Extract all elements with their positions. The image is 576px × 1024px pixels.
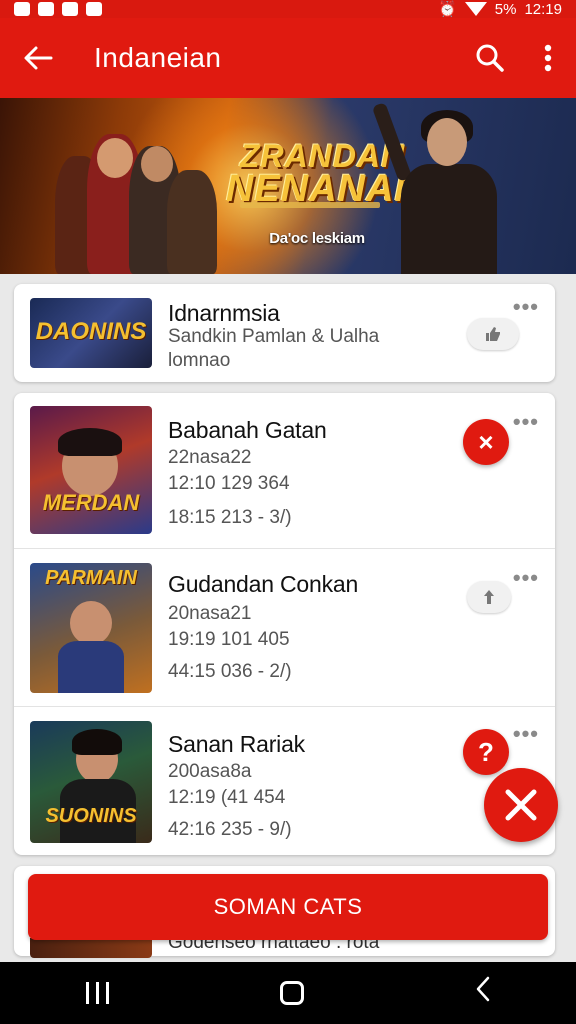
game-thumbnail: PARMAIN <box>30 563 152 693</box>
recents-icon[interactable] <box>85 982 109 1004</box>
banner-caption: Da'oc leskiam <box>269 230 365 247</box>
item-range: 44:15 036 - 2/) <box>168 661 292 682</box>
game-thumbnail: SUONINS <box>30 721 152 843</box>
list-item[interactable]: DAONINS Idnarnmsia Sandkin Pamlan & Ualh… <box>14 284 555 382</box>
overflow-menu-icon[interactable]: ••• <box>513 409 539 435</box>
wifi-icon <box>464 2 487 16</box>
upload-icon[interactable] <box>467 581 511 613</box>
notification-icons <box>14 2 102 16</box>
alarm-icon: ⏰ <box>438 1 457 18</box>
item-title: Gudandan Conkan <box>168 571 359 597</box>
item-detail: lomnao <box>168 350 231 371</box>
battery-text: 5% <box>494 0 517 18</box>
list-card: MERDAN Babanah Gatan 22nasa22 12:10 129 … <box>14 393 555 855</box>
item-date: 22nasa22 <box>168 447 252 468</box>
item-title: Babanah Gatan <box>168 417 327 443</box>
status-bar: ⏰ 5% 12:19 <box>0 0 576 18</box>
item-date: 200asa8a <box>168 761 252 782</box>
game-thumbnail: DAONINS <box>30 298 152 368</box>
thumbs-up-icon[interactable] <box>467 318 519 350</box>
help-icon[interactable]: ? <box>463 729 509 775</box>
item-stats: 19:19 101 405 <box>168 629 290 650</box>
list-item[interactable]: PARMAIN Gudandan Conkan 20nasa21 19:19 1… <box>14 548 555 706</box>
item-range: 42:16 235 - 9/) <box>168 819 292 840</box>
game-thumbnail: MERDAN <box>30 406 152 534</box>
notification-icon <box>86 2 102 16</box>
item-title: Idnarnmsia <box>168 300 280 326</box>
back-icon[interactable] <box>475 976 491 1010</box>
more-vert-icon[interactable] <box>520 18 576 98</box>
list-card: DAONINS Idnarnmsia Sandkin Pamlan & Ualh… <box>14 284 555 382</box>
close-fab-button[interactable] <box>484 768 558 842</box>
home-icon[interactable] <box>279 981 304 1005</box>
overflow-menu-icon[interactable]: ••• <box>513 565 539 591</box>
item-stats: 12:10 129 364 <box>168 473 290 494</box>
item-subtitle: Sandkin Pamlan & Ualha <box>168 326 380 347</box>
app-bar: Indaneian <box>0 18 576 98</box>
game-thumbnail <box>30 938 152 958</box>
notification-icon <box>14 2 30 16</box>
banner-character-right <box>371 102 515 274</box>
item-title: Sanan Rariak <box>168 731 305 757</box>
item-range: 18:15 213 - 3/) <box>168 507 292 528</box>
list-item[interactable]: MERDAN Babanah Gatan 22nasa22 12:10 129 … <box>14 393 555 548</box>
notification-icon <box>38 2 54 16</box>
system-nav-bar <box>0 962 576 1024</box>
banner-characters-left <box>55 118 225 274</box>
notification-icon <box>62 2 78 16</box>
soman-cats-button[interactable]: SOMAN CATS <box>28 874 548 940</box>
banner-logo-subtitle <box>240 202 380 208</box>
page-title: Indaneian <box>94 42 222 73</box>
back-arrow-icon[interactable] <box>0 18 76 98</box>
list-item[interactable]: SUONINS Sanan Rariak 200asa8a 12:19 (41 … <box>14 706 555 855</box>
item-date: 20nasa21 <box>168 603 252 624</box>
close-icon <box>505 789 537 821</box>
item-stats: 12:19 (41 454 <box>168 787 286 808</box>
overflow-menu-icon[interactable]: ••• <box>513 294 539 320</box>
close-icon[interactable]: × <box>463 419 509 465</box>
overflow-menu-icon[interactable]: ••• <box>513 721 539 747</box>
status-indicators: ⏰ 5% 12:19 <box>438 0 562 19</box>
hero-banner[interactable]: ZRANDAN NENANAN Da'oc leskiam <box>0 98 576 274</box>
clock: 12:19 <box>524 0 562 18</box>
search-icon[interactable] <box>460 18 520 98</box>
